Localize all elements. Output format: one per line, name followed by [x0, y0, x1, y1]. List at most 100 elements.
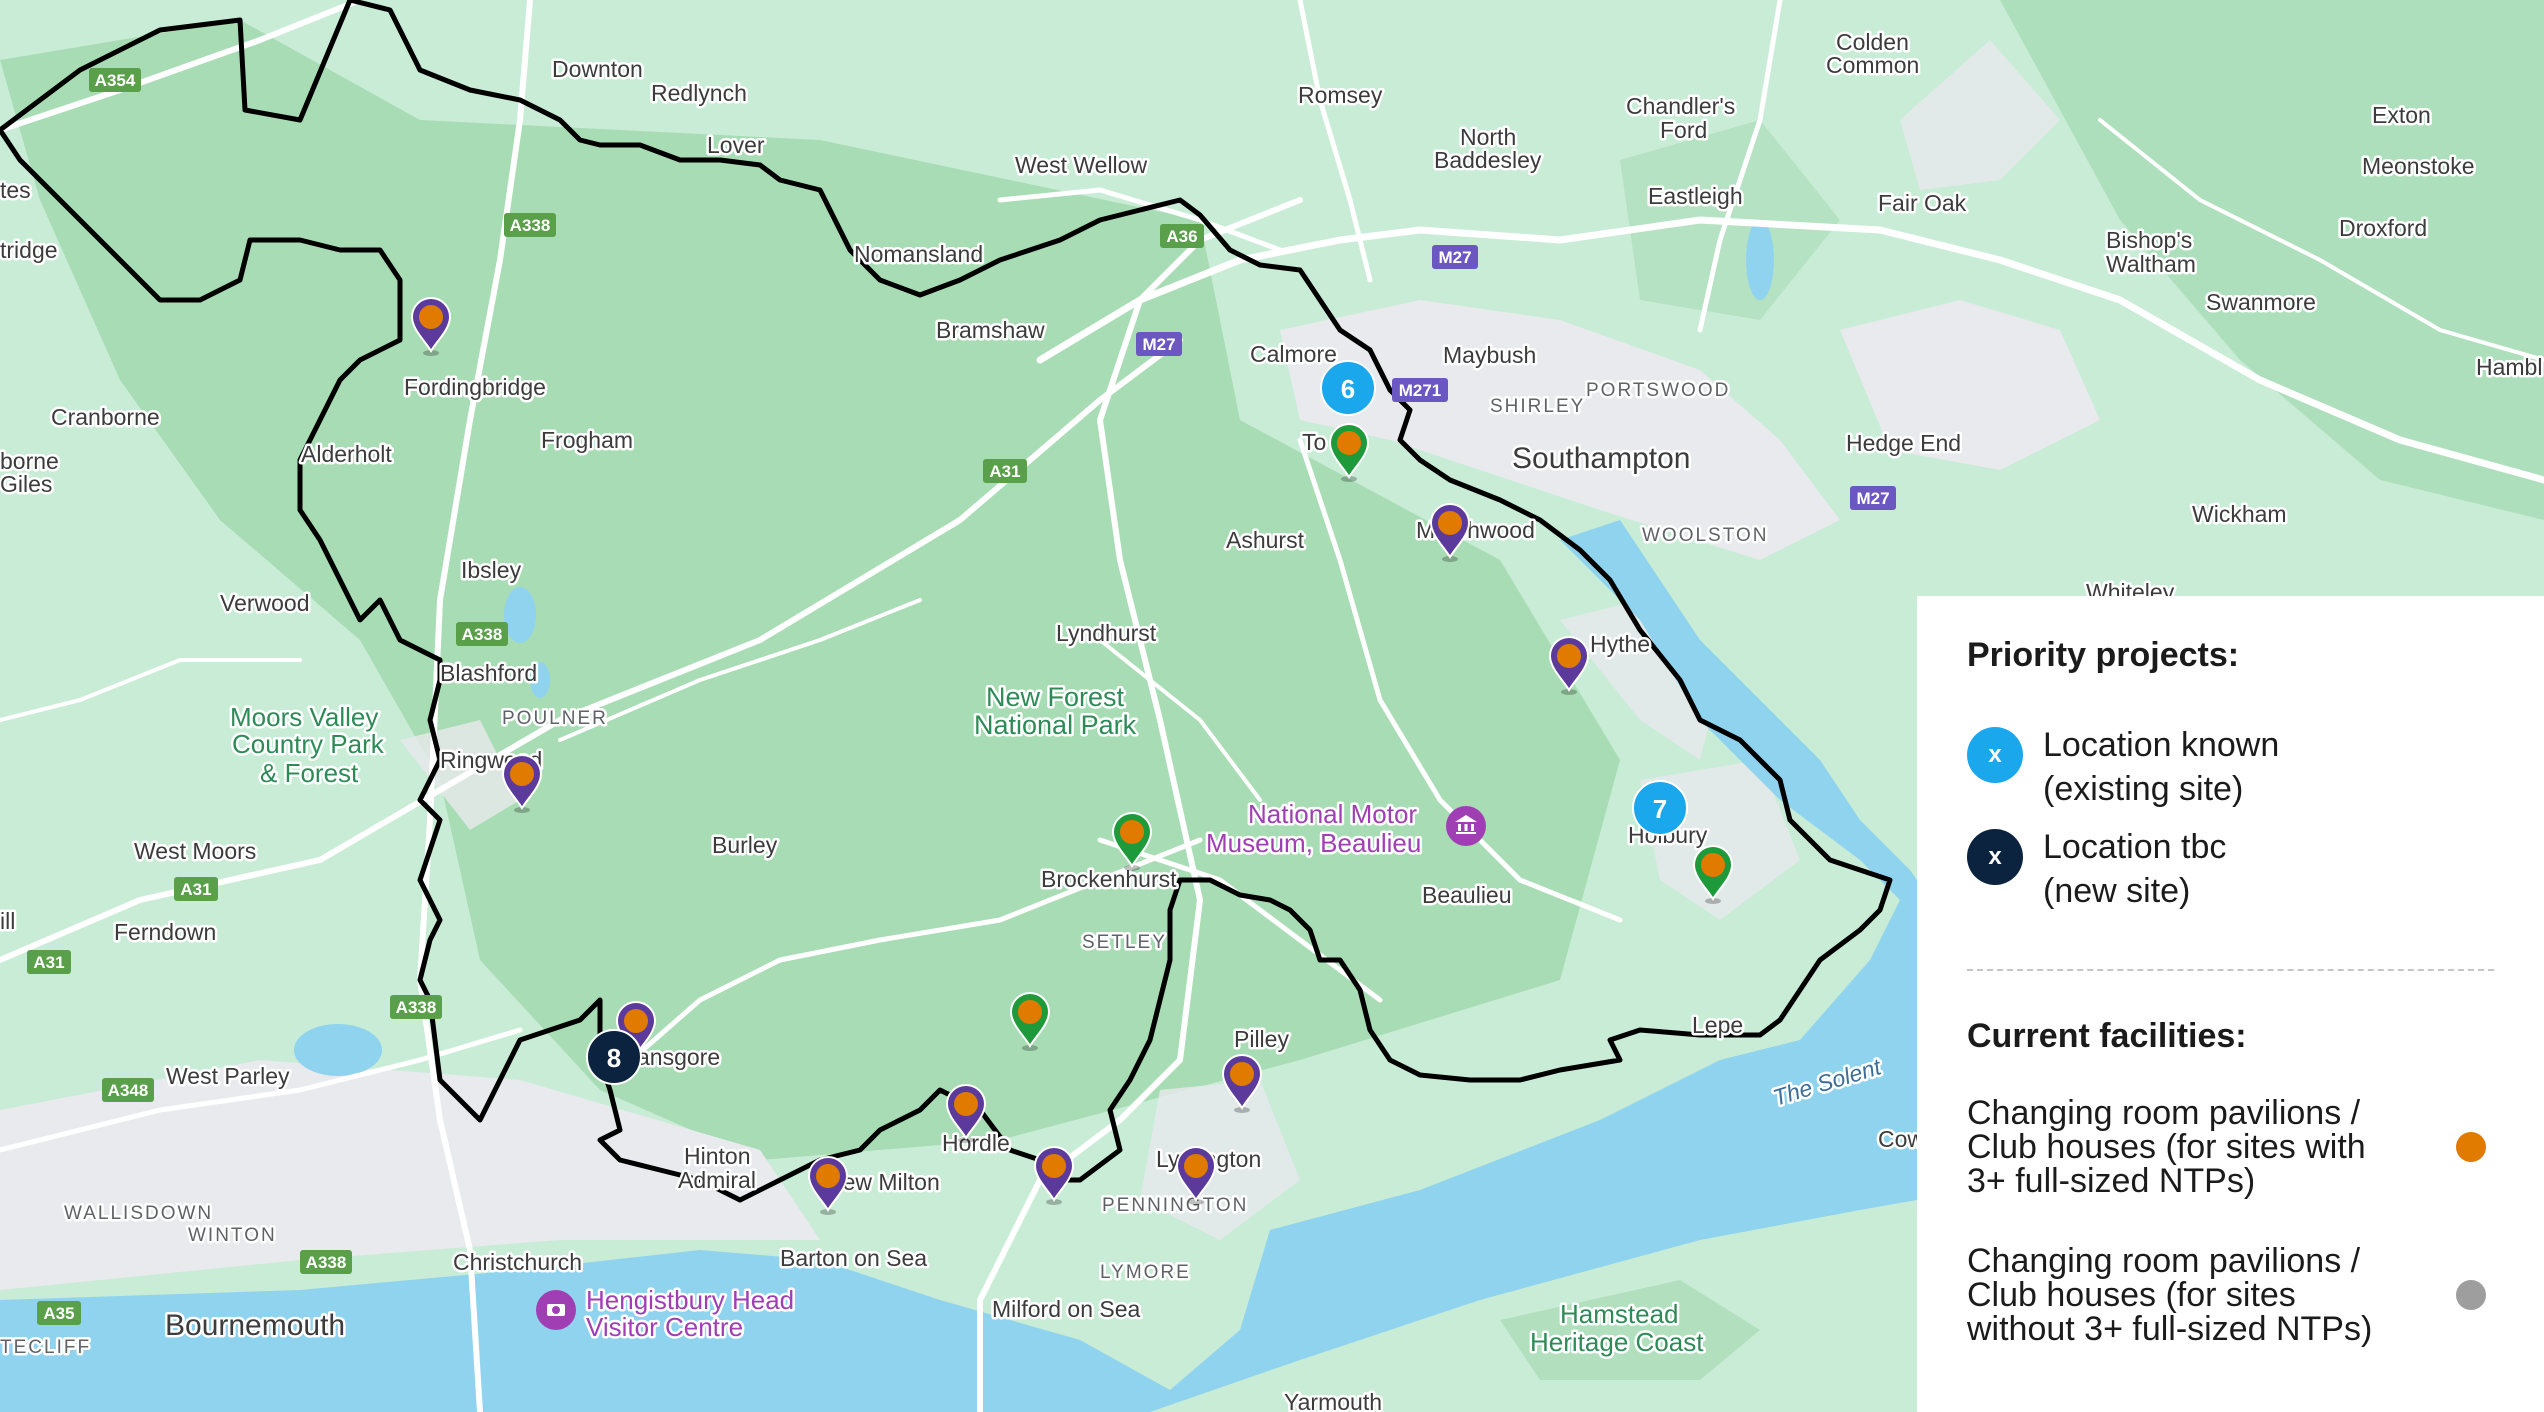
label-christchurch: Christchurch: [453, 1249, 582, 1275]
project-marker-6[interactable]: 6: [1320, 360, 1376, 416]
legend-row-without-ntps: Changing room pavilions / Club houses (f…: [1967, 1244, 2494, 1346]
label-national-motor-2: Museum, Beaulieu: [1206, 828, 1421, 858]
legend-row-tbc: x Location tbc (new site): [1967, 825, 2494, 913]
label-tecliff: TECLIFF: [0, 1337, 91, 1358]
label-national-motor-1: National Motor: [1248, 799, 1417, 829]
road-shield-a338-ibsley: A338: [456, 622, 508, 646]
svg-text:A354: A354: [95, 71, 136, 90]
label-ashurst: Ashurst: [1226, 527, 1305, 553]
label-ferndown: Ferndown: [114, 919, 216, 945]
label-hinton: Hinton: [684, 1143, 750, 1169]
label-ford: Ford: [1660, 117, 1707, 143]
label-giles: Giles: [0, 471, 52, 497]
label-ill: ill: [0, 908, 15, 934]
label-waltham: Waltham: [2106, 251, 2196, 277]
label-wallisdown: WALLISDOWN: [64, 1203, 213, 1224]
road-shield-m27-north: M27: [1432, 245, 1478, 269]
label-fair-oak: Fair Oak: [1878, 190, 1967, 216]
legend-tbc-marker: x: [1967, 829, 2023, 885]
road-shield-a338-ferndown: A338: [390, 995, 442, 1019]
road-shield-m27-east: M27: [1850, 486, 1896, 510]
museum-icon[interactable]: [1446, 806, 1486, 846]
road-shield-a348: A348: [102, 1078, 154, 1102]
svg-text:A36: A36: [1166, 227, 1197, 246]
project-marker-7[interactable]: 7: [1632, 780, 1688, 836]
legend-without-line2: Club houses (for sites: [1967, 1276, 2296, 1314]
road-shield-m27-west: M27: [1136, 332, 1182, 356]
legend-grey-dot: [2456, 1280, 2486, 1310]
label-bournemouth: Bournemouth: [165, 1309, 345, 1342]
svg-text:A338: A338: [306, 1253, 347, 1272]
legend-with-line2: Club houses (for sites with: [1967, 1128, 2366, 1166]
legend-divider: [1967, 969, 2494, 971]
legend-with-ntps-label: Changing room pavilions / Club houses (f…: [1967, 1096, 2447, 1198]
label-ibsley: Ibsley: [461, 557, 522, 583]
label-frogham: Frogham: [541, 427, 633, 453]
legend-with-line1: Changing room pavilions /: [1967, 1094, 2361, 1132]
road-shield-a31-westmoors: A31: [174, 877, 218, 901]
legend-tbc-line1: Location tbc: [2043, 828, 2227, 866]
label-exton: Exton: [2372, 102, 2431, 128]
label-moors-valley-3: & Forest: [260, 758, 359, 788]
label-blashford: Blashford: [440, 660, 537, 686]
label-chandlers: Chandler's: [1626, 93, 1735, 119]
label-hengistbury-1: Hengistbury Head: [586, 1285, 794, 1315]
label-yarmouth: Yarmouth: [1284, 1389, 1382, 1412]
project-marker-label: 7: [1653, 794, 1667, 824]
label-calmore: Calmore: [1250, 341, 1337, 367]
label-romsey: Romsey: [1298, 82, 1383, 108]
project-marker-8[interactable]: 8: [586, 1029, 642, 1085]
svg-text:A338: A338: [510, 216, 551, 235]
visitor-centre-icon[interactable]: [536, 1290, 576, 1330]
legend-row-known: x Location known (existing site): [1967, 723, 2494, 811]
label-eastleigh: Eastleigh: [1648, 183, 1743, 209]
label-lyndhurst: Lyndhurst: [1056, 620, 1157, 646]
legend-priority-title: Priority projects:: [1967, 636, 2240, 674]
svg-text:A338: A338: [396, 998, 437, 1017]
legend-known-label: Location known (existing site): [2043, 723, 2279, 811]
label-lover: Lover: [707, 132, 765, 158]
label-to: To: [1302, 429, 1326, 455]
label-hambl: Hambl: [2476, 354, 2542, 380]
label-baddesley: Baddesley: [1434, 147, 1542, 173]
label-new-forest-1: New Forest: [986, 682, 1125, 712]
road-shield-a31-middle: A31: [983, 459, 1027, 483]
label-verwood: Verwood: [220, 590, 310, 616]
label-portswood: PORTSWOOD: [1586, 380, 1730, 401]
road-shield-m271: M271: [1392, 378, 1448, 402]
label-fordingbridge: Fordingbridge: [404, 374, 546, 400]
label-downton: Downton: [552, 56, 643, 82]
label-shirley: SHIRLEY: [1490, 396, 1585, 417]
legend-tbc-label: Location tbc (new site): [2043, 825, 2226, 913]
label-hamstead-2: Heritage Coast: [1530, 1327, 1704, 1357]
label-burley: Burley: [712, 832, 778, 858]
label-maybush: Maybush: [1443, 342, 1536, 368]
label-meonstoke: Meonstoke: [2362, 153, 2475, 179]
label-wickham: Wickham: [2192, 501, 2287, 527]
road-shield-a338-north: A338: [504, 213, 556, 237]
label-west-wellow: West Wellow: [1015, 152, 1147, 178]
legend-tbc-line2: (new site): [2043, 872, 2191, 910]
label-moors-valley-2: Country Park: [232, 729, 385, 759]
label-tes: tes: [0, 177, 31, 203]
label-alderholt: Alderholt: [301, 441, 392, 467]
label-southampton: Southampton: [1512, 442, 1690, 475]
svg-text:A348: A348: [108, 1081, 149, 1100]
label-pennington: PENNINGTON: [1102, 1195, 1248, 1216]
label-lepe: Lepe: [1692, 1012, 1743, 1038]
label-hordle: Hordle: [942, 1130, 1010, 1156]
label-brockenhurst: Brockenhurst: [1041, 866, 1177, 892]
legend-panel: Priority projects: x Location known (exi…: [1917, 596, 2544, 1412]
label-setley: SETLEY: [1082, 932, 1167, 953]
legend-known-marker: x: [1967, 727, 2023, 783]
label-droxford: Droxford: [2339, 215, 2427, 241]
label-woolston: WOOLSTON: [1642, 525, 1769, 546]
legend-with-line3: 3+ full-sized NTPs): [1967, 1162, 2256, 1200]
label-barton: Barton on Sea: [780, 1245, 927, 1271]
svg-text:A31: A31: [180, 880, 211, 899]
label-bishops: Bishop's: [2106, 227, 2192, 253]
label-lymore: LYMORE: [1100, 1262, 1191, 1283]
svg-text:M27: M27: [1142, 335, 1175, 354]
label-hengistbury-2: Visitor Centre: [586, 1312, 743, 1342]
label-hamstead-1: Hamstead: [1560, 1299, 1679, 1329]
